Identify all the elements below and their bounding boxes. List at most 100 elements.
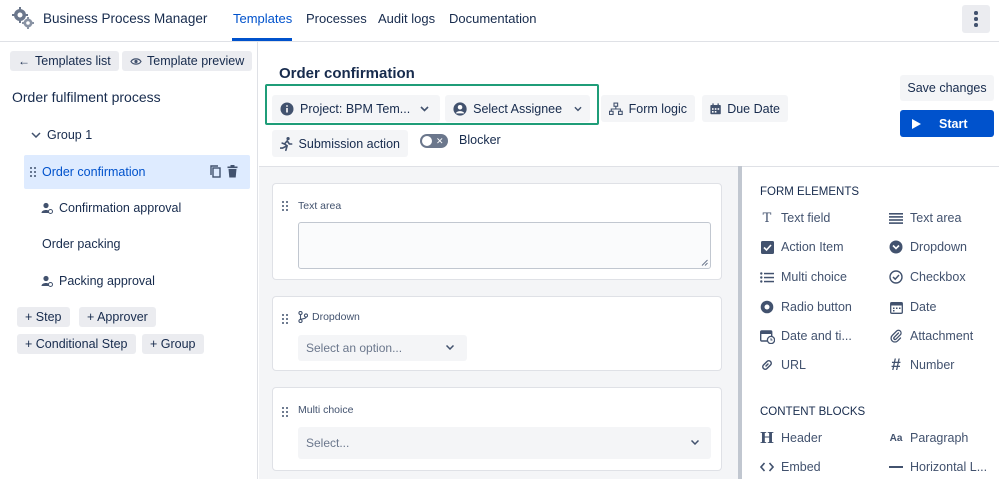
list-icon (759, 269, 775, 285)
element-label: Radio button (781, 300, 852, 314)
tab-documentation[interactable]: Documentation (449, 11, 536, 26)
element-label: Text area (910, 211, 962, 225)
element-label: URL (781, 358, 807, 372)
step-item-order-packing[interactable]: Order packing (42, 237, 121, 251)
start-button[interactable]: Start (900, 110, 994, 137)
tab-templates[interactable]: Templates (233, 11, 292, 26)
form-logic-label: Form logic (628, 101, 687, 116)
templates-list-button[interactable]: ← Templates list (10, 51, 119, 71)
app-title: Business Process Manager (43, 11, 208, 26)
more-options-button[interactable] (962, 5, 990, 33)
template-preview-button[interactable]: Template preview (122, 51, 253, 71)
element-dropdown[interactable]: Dropdown (888, 239, 967, 255)
element-checkbox[interactable]: Checkbox (888, 269, 966, 285)
copy-icon[interactable] (210, 165, 221, 178)
chevron-down-icon (446, 345, 454, 350)
block-header[interactable]: H Header (759, 429, 822, 447)
due-date-button[interactable]: Due Date (702, 95, 788, 122)
element-number[interactable]: # Number (888, 355, 955, 374)
group-item[interactable]: Group 1 (31, 128, 92, 142)
step-label: Confirmation approval (59, 201, 182, 215)
dot-icon (974, 23, 978, 27)
gears-logo-icon (12, 7, 34, 29)
calendar-icon (710, 102, 721, 114)
element-label: Paragraph (910, 431, 969, 445)
element-radio-button[interactable]: Radio button (759, 299, 852, 315)
calendar-icon (888, 299, 904, 315)
block-horizontal-line[interactable]: Horizontal L... (888, 459, 987, 475)
element-attachment[interactable]: Attachment (888, 328, 973, 344)
approver-icon (41, 275, 53, 287)
step-item-confirmation-approval[interactable]: Confirmation approval (41, 201, 181, 215)
element-label: Date (910, 300, 937, 314)
toggle-knob (422, 136, 432, 146)
active-tab-indicator (232, 38, 292, 41)
calendar-clock-icon (759, 328, 775, 344)
multi-choice-select[interactable]: Select... (298, 427, 711, 459)
element-date[interactable]: Date (888, 299, 936, 315)
drag-handle-icon[interactable] (281, 406, 289, 418)
element-label: Number (910, 358, 955, 372)
add-conditional-step-button[interactable]: + Conditional Step (17, 334, 136, 354)
paragraph-icon: Aa (889, 432, 903, 444)
add-group-button[interactable]: + Group (142, 334, 204, 354)
tab-processes[interactable]: Processes (306, 11, 367, 26)
block-paragraph[interactable]: Aa Paragraph (888, 430, 969, 446)
trash-icon[interactable] (227, 165, 238, 178)
form-field-card-multi-choice[interactable]: Multi choice Select... (272, 387, 722, 471)
header-icon: H (759, 429, 775, 447)
radio-icon (759, 299, 775, 315)
dropdown-icon (888, 239, 904, 255)
drag-handle-icon[interactable] (281, 313, 289, 325)
element-action-item[interactable]: Action Item (759, 239, 844, 255)
chevron-down-icon (691, 440, 699, 445)
form-canvas: Text area Dropdown Select an option... M… (259, 166, 738, 479)
step-label: Order packing (42, 237, 121, 251)
checkbox-checked-icon (759, 239, 775, 255)
text-area-input[interactable] (298, 222, 711, 269)
form-field-card-dropdown[interactable]: Dropdown Select an option... (272, 296, 722, 371)
blocker-toggle[interactable]: ✕ (420, 134, 448, 148)
block-embed[interactable]: Embed (759, 459, 821, 475)
dropdown-select[interactable]: Select an option... (298, 335, 467, 361)
drag-handle-icon[interactable] (281, 200, 289, 212)
dot-icon (974, 17, 978, 21)
form-elements-heading: FORM ELEMENTS (760, 186, 860, 198)
submission-action-label: Submission action (298, 136, 400, 151)
templates-list-label: Templates list (35, 54, 111, 68)
dot-icon (974, 11, 978, 15)
add-approver-button[interactable]: + Approver (79, 307, 156, 327)
text-area-icon (888, 210, 904, 226)
form-logic-button[interactable]: Form logic (601, 95, 695, 122)
running-person-icon (280, 136, 293, 151)
add-step-button[interactable]: + Step (17, 307, 70, 327)
element-text-area[interactable]: Text area (888, 210, 961, 226)
field-label: Text area (298, 200, 342, 212)
step-item-order-confirmation[interactable]: Order confirmation (24, 155, 250, 189)
process-title: Order fulfilment process (12, 89, 161, 105)
elements-panel: FORM ELEMENTS T Text field Action Item M… (742, 166, 999, 479)
element-label: Multi choice (781, 270, 847, 284)
save-changes-button[interactable]: Save changes (900, 75, 994, 101)
drag-handle-icon[interactable] (29, 166, 37, 178)
element-label: Text field (781, 211, 831, 225)
text-field-icon: T (762, 210, 772, 226)
group-label: Group 1 (47, 128, 93, 142)
step-item-packing-approval[interactable]: Packing approval (41, 274, 155, 288)
element-date-and-time[interactable]: Date and ti... (759, 328, 852, 344)
step-title: Order confirmation (279, 65, 415, 82)
template-preview-label: Template preview (147, 54, 245, 68)
submission-action-button[interactable]: Submission action (272, 130, 408, 157)
horizontal-line-icon (888, 459, 904, 475)
element-text-field[interactable]: T Text field (759, 210, 831, 226)
eye-icon (130, 57, 142, 65)
step-label: Order confirmation (42, 165, 146, 179)
element-multi-choice[interactable]: Multi choice (759, 269, 847, 285)
hierarchy-icon (609, 102, 623, 115)
element-label: Action Item (781, 240, 844, 254)
element-url[interactable]: URL (759, 357, 806, 373)
tab-audit-logs[interactable]: Audit logs (378, 11, 435, 26)
form-field-card-text-area[interactable]: Text area (272, 183, 722, 280)
resize-handle-icon[interactable] (701, 259, 708, 266)
chevron-down-icon (31, 132, 41, 138)
